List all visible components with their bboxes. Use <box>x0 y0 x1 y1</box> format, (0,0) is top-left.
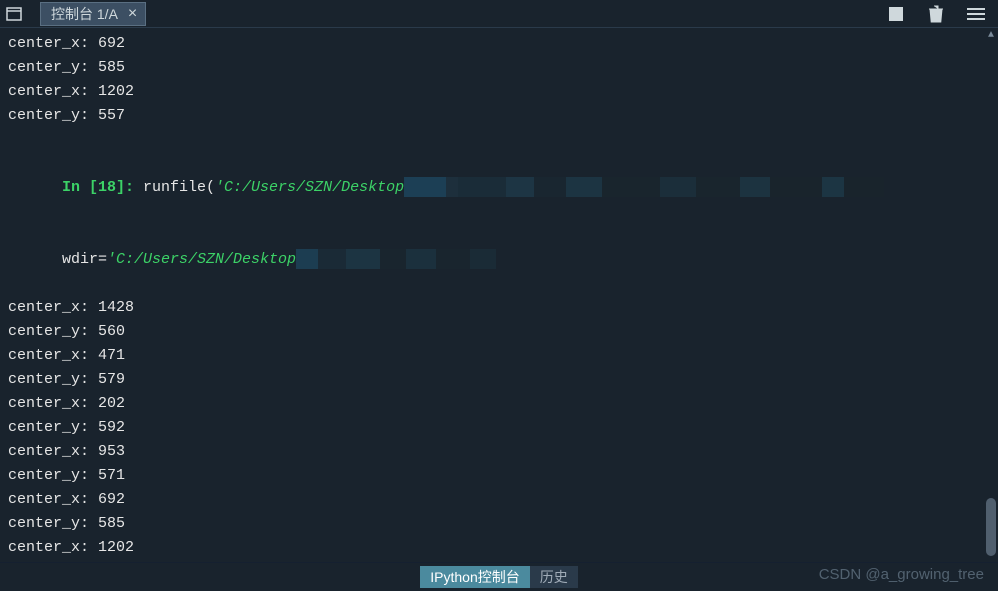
output-line: center_y: 585 <box>8 56 976 80</box>
console-area: center_x: 692 center_y: 585 center_x: 12… <box>0 28 998 562</box>
console-content[interactable]: center_x: 692 center_y: 585 center_x: 12… <box>0 28 984 562</box>
prompt: In [18]: <box>62 179 134 196</box>
path-string: 'C:/Users/SZN/Desktop <box>215 179 404 196</box>
titlebar-left: 控制台 1/A × <box>0 0 146 27</box>
redacted-block <box>404 177 884 197</box>
output-line: center_x: 202 <box>8 392 976 416</box>
scrollbar-thumb[interactable] <box>986 498 996 556</box>
trash-icon[interactable] <box>926 4 946 24</box>
input-line: In [18]: runfile('C:/Users/SZN/Desktop <box>8 152 976 224</box>
output-line: center_y: 592 <box>8 416 976 440</box>
tab-label: 控制台 1/A <box>51 4 118 24</box>
redacted-block <box>296 249 496 269</box>
input-line: wdir='C:/Users/SZN/Desktop <box>8 224 976 296</box>
output-line: center_x: 692 <box>8 488 976 512</box>
output-line: center_y: 557 <box>8 104 976 128</box>
output-line: center_y: 571 <box>8 464 976 488</box>
output-line: center_x: 953 <box>8 440 976 464</box>
close-icon[interactable]: × <box>124 5 141 23</box>
status-tab-history[interactable]: 历史 <box>530 566 578 588</box>
scrollbar[interactable]: ▲ <box>984 28 998 562</box>
output-line: center_x: 1202 <box>8 536 976 560</box>
output-line: center_y: 585 <box>8 512 976 536</box>
tab-console[interactable]: 控制台 1/A × <box>40 2 146 26</box>
output-line: center_y: 579 <box>8 368 976 392</box>
output-line: center_y: 557 <box>8 560 976 562</box>
app-icon[interactable] <box>0 0 28 28</box>
code-text: runfile( <box>134 179 215 196</box>
blank-line <box>8 128 976 152</box>
output-line: center_x: 692 <box>8 32 976 56</box>
titlebar: 控制台 1/A × <box>0 0 998 28</box>
path-string: 'C:/Users/SZN/Desktop <box>107 251 296 268</box>
scroll-up-icon[interactable]: ▲ <box>986 30 996 40</box>
output-line: center_x: 1202 <box>8 80 976 104</box>
watermark: CSDN @a_growing_tree <box>819 566 984 583</box>
menu-icon[interactable] <box>966 4 986 24</box>
stop-icon[interactable] <box>886 4 906 24</box>
titlebar-right <box>886 4 998 24</box>
status-tab-ipython[interactable]: IPython控制台 <box>420 566 529 588</box>
output-line: center_x: 1428 <box>8 296 976 320</box>
output-line: center_x: 471 <box>8 344 976 368</box>
wdir-label: wdir= <box>62 251 107 268</box>
output-line: center_y: 560 <box>8 320 976 344</box>
